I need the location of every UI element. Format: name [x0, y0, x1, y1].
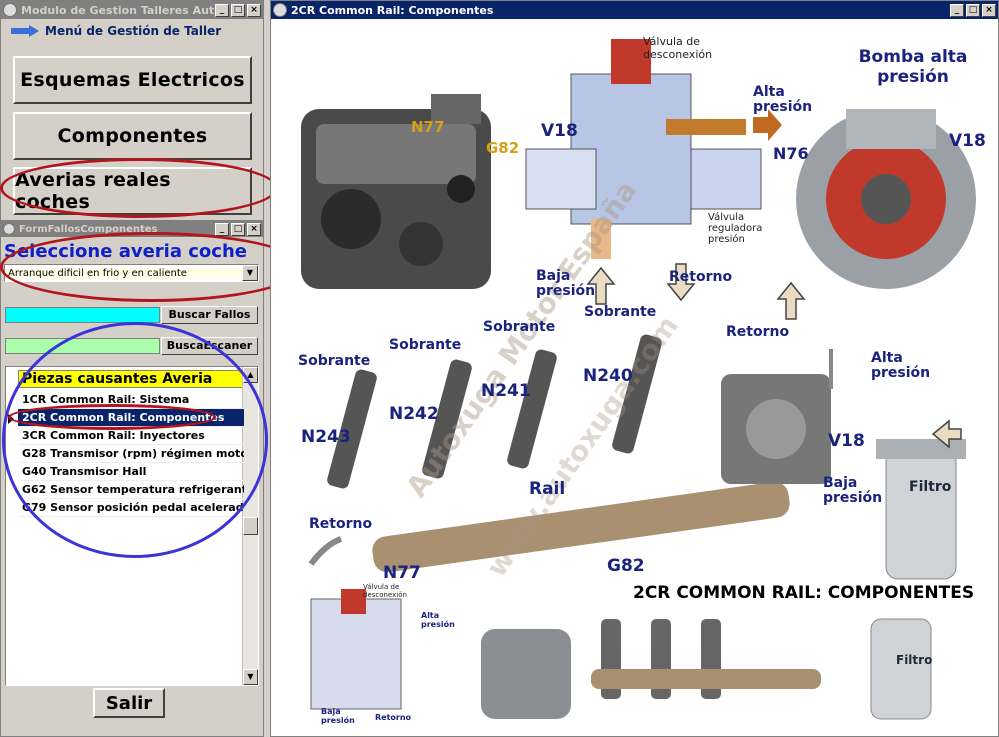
- label-n77-top: N77: [411, 118, 445, 136]
- label-filtro: Filtro: [909, 479, 952, 495]
- busca-escaner-button[interactable]: BuscaEscaner: [161, 337, 258, 355]
- label-v18-rail: V18: [828, 431, 865, 451]
- main-menu-title: Modulo de Gestion Talleres Aut...: [21, 3, 215, 17]
- label-valvula-reguladora: Válvula reguladora presión: [708, 212, 763, 245]
- menu-header-text: Menú de Gestión de Taller: [45, 24, 222, 38]
- seleccione-heading: Seleccione averia coche: [4, 241, 247, 262]
- label-retorno-3: Retorno: [309, 516, 373, 532]
- buscar-fallos-button[interactable]: Buscar Fallos: [161, 306, 258, 324]
- list-item-selected[interactable]: 2CR Common Rail: Componentes: [18, 409, 244, 427]
- row-pointer-icon: [8, 414, 14, 424]
- label-mini-alta: Alta presión: [421, 611, 455, 629]
- label-retorno-1: Retorno: [669, 269, 733, 285]
- averia-combo[interactable]: Arranque dificil en frio y en caliente ▼: [4, 264, 259, 282]
- close-button[interactable]: ×: [247, 3, 261, 17]
- label-valvula-desconexion: Válvula de desconexión: [643, 35, 713, 61]
- mini-components-illustration: [481, 619, 821, 719]
- list-item[interactable]: G79 Sensor posición pedal acelerador: [18, 499, 244, 517]
- main-menu-window: Modulo de Gestion Talleres Aut... _ □ × …: [0, 0, 264, 222]
- main-menu-titlebar[interactable]: Modulo de Gestion Talleres Aut... _ □ ×: [1, 1, 263, 19]
- label-sobrante-4: Sobrante: [584, 304, 657, 320]
- list-scrollbar[interactable]: ▲ ▼: [242, 367, 258, 685]
- label-rail: Rail: [529, 479, 566, 499]
- componentes-button[interactable]: Componentes: [13, 112, 252, 160]
- label-mini-retorno: Retorno: [375, 713, 412, 722]
- label-n242: N242: [389, 404, 439, 424]
- fallos-window: FormFallosComponentes _ □ × Seleccione a…: [0, 220, 264, 737]
- list-item[interactable]: 1CR Common Rail: Sistema: [18, 391, 244, 409]
- label-sobrante-3: Sobrante: [483, 319, 556, 335]
- label-baja-presion-1: Baja presión: [536, 268, 596, 299]
- label-alta-presion-2: Alta presión: [871, 350, 931, 381]
- label-n243: N243: [301, 427, 351, 447]
- escaner-field[interactable]: [5, 338, 160, 354]
- fallos-titlebar[interactable]: FormFallosComponentes _ □ ×: [1, 221, 263, 237]
- list-body: 1CR Common Rail: Sistema 2CR Common Rail…: [18, 391, 244, 517]
- label-v18-valve: V18: [541, 121, 578, 141]
- diagram-titlebar[interactable]: 2CR Common Rail: Componentes _ □ ×: [271, 1, 998, 19]
- diagram-window: 2CR Common Rail: Componentes _ □ × Autox…: [270, 0, 999, 737]
- label-filtro-small: Filtro: [896, 653, 933, 667]
- app-icon: [3, 3, 17, 17]
- list-item[interactable]: G28 Transmisor (rpm) régimen motor: [18, 445, 244, 463]
- label-n76: N76: [773, 144, 809, 163]
- maximize-button[interactable]: □: [231, 222, 245, 236]
- label-retorno-2: Retorno: [726, 324, 790, 340]
- close-button[interactable]: ×: [982, 3, 996, 17]
- list-item[interactable]: 3CR Common Rail: Inyectores: [18, 427, 244, 445]
- label-mini-valvula: Válvula de desconexión: [363, 583, 407, 599]
- diagram-caption: 2CR COMMON RAIL: COMPONENTES: [633, 583, 975, 603]
- list-item[interactable]: G62 Sensor temperatura refrigerante: [18, 481, 244, 499]
- fallos-title: FormFallosComponentes: [19, 223, 158, 235]
- label-mini-baja: Baja presión: [321, 707, 355, 725]
- scroll-thumb[interactable]: [243, 517, 258, 535]
- form-icon: [273, 3, 287, 17]
- arrow-right-icon: [11, 25, 39, 37]
- minimize-button[interactable]: _: [950, 3, 964, 17]
- esquemas-electricos-button[interactable]: Esquemas Electricos: [13, 56, 252, 104]
- label-sobrante-2: Sobrante: [389, 337, 462, 353]
- chevron-down-icon[interactable]: ▼: [242, 265, 258, 281]
- label-sobrante-1: Sobrante: [298, 353, 371, 369]
- engine-illustration: [301, 94, 491, 289]
- piezas-list-header: Piezas causantes Averia: [18, 370, 244, 388]
- salir-button[interactable]: Salir: [93, 688, 165, 718]
- piezas-list[interactable]: Piezas causantes Averia ▲ ▼ 1CR Common R…: [5, 366, 259, 686]
- close-button[interactable]: ×: [247, 222, 261, 236]
- list-item[interactable]: G40 Transmisor Hall: [18, 463, 244, 481]
- label-v18-pump: V18: [949, 131, 986, 151]
- label-bomba: Bomba alta presión: [858, 47, 968, 87]
- high-pressure-pump-illustration: [721, 349, 833, 484]
- label-g82-bottom: G82: [607, 556, 645, 576]
- minimize-button[interactable]: _: [215, 222, 229, 236]
- scroll-up-arrow-icon[interactable]: ▲: [243, 367, 258, 383]
- averia-combo-value: Arranque dificil en frio y en caliente: [5, 267, 242, 279]
- label-n241: N241: [481, 381, 531, 401]
- label-g82-top: G82: [486, 139, 520, 157]
- diagram-title: 2CR Common Rail: Componentes: [291, 3, 494, 17]
- piezas-list-header-text: Piezas causantes Averia: [22, 371, 213, 387]
- maximize-button[interactable]: □: [231, 3, 245, 17]
- mini-valve-illustration: [310, 589, 402, 710]
- maximize-button[interactable]: □: [966, 3, 980, 17]
- minimize-button[interactable]: _: [215, 3, 229, 17]
- label-n77-bottom: N77: [383, 563, 421, 583]
- menu-header: Menú de Gestión de Taller: [11, 23, 221, 39]
- label-n240: N240: [583, 366, 633, 386]
- scroll-down-arrow-icon[interactable]: ▼: [243, 669, 258, 685]
- label-baja-presion-2: Baja presión: [823, 475, 883, 506]
- fallos-field[interactable]: [5, 307, 160, 323]
- label-alta-presion-1: Alta presión: [753, 84, 813, 115]
- averias-reales-button[interactable]: Averias reales coches: [13, 167, 252, 215]
- form-icon: [3, 223, 15, 235]
